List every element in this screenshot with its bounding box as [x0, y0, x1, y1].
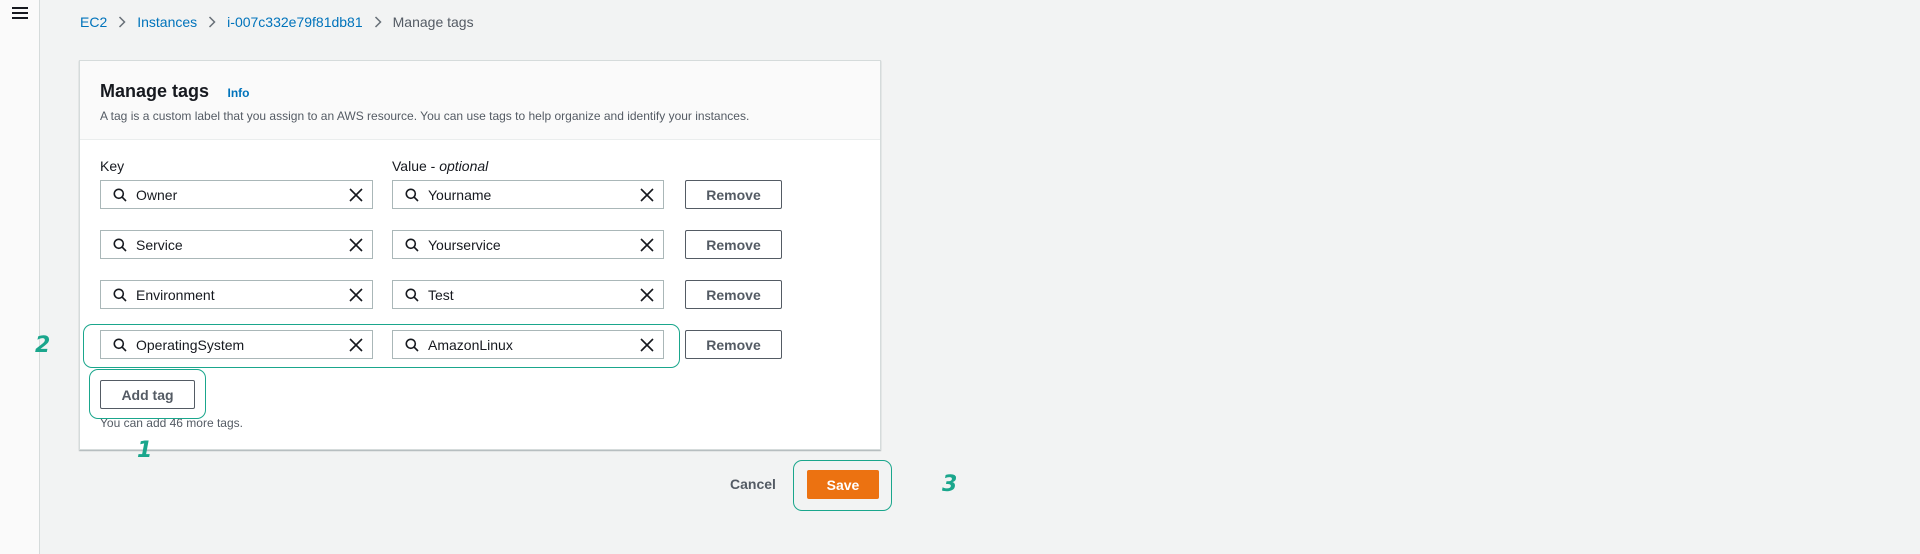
- add-tag-button[interactable]: Add tag: [100, 380, 195, 409]
- tag-value-input[interactable]: Test: [392, 280, 664, 309]
- breadcrumb: EC2 Instances i-007c332e79f81db81 Manage…: [80, 14, 474, 30]
- optional-label: optional: [439, 158, 489, 174]
- cancel-button[interactable]: Cancel: [730, 476, 776, 492]
- tag-value-value: Test: [428, 286, 454, 303]
- search-icon: [113, 338, 127, 352]
- breadcrumb-ec2[interactable]: EC2: [80, 14, 107, 30]
- tag-key-input[interactable]: Owner: [100, 180, 373, 209]
- clear-icon[interactable]: [639, 237, 655, 253]
- search-icon: [113, 288, 127, 302]
- remove-tag-button[interactable]: Remove: [685, 180, 782, 209]
- tag-key-input[interactable]: OperatingSystem: [100, 330, 373, 359]
- chevron-right-icon: [208, 16, 216, 28]
- tag-key-value: Owner: [136, 186, 178, 203]
- manage-tags-panel: Manage tags Info A tag is a custom label…: [79, 60, 881, 450]
- chevron-right-icon: [374, 16, 382, 28]
- tag-value-input[interactable]: Yourservice: [392, 230, 664, 259]
- value-column-label: Value - optional: [392, 158, 488, 174]
- tag-value-value: Yourservice: [428, 236, 501, 253]
- clear-icon[interactable]: [639, 337, 655, 353]
- tag-value-input[interactable]: AmazonLinux: [392, 330, 664, 359]
- value-label-text: Value -: [392, 158, 440, 174]
- search-icon: [405, 288, 419, 302]
- callout-number-3: 3: [942, 472, 958, 497]
- tag-key-input[interactable]: Service: [100, 230, 373, 259]
- callout-number-1: 1: [137, 438, 153, 463]
- search-icon: [405, 338, 419, 352]
- search-icon: [405, 188, 419, 202]
- clear-icon[interactable]: [348, 237, 364, 253]
- info-link[interactable]: Info: [227, 86, 249, 100]
- tags-remaining-hint: You can add 46 more tags.: [100, 416, 243, 430]
- breadcrumb-instances[interactable]: Instances: [137, 14, 197, 30]
- clear-icon[interactable]: [348, 287, 364, 303]
- clear-icon[interactable]: [348, 187, 364, 203]
- tag-key-input[interactable]: Environment: [100, 280, 373, 309]
- menu-icon[interactable]: [12, 7, 28, 21]
- breadcrumb-instance-id[interactable]: i-007c332e79f81db81: [227, 14, 362, 30]
- callout-number-2: 2: [35, 333, 51, 358]
- tag-key-value: OperatingSystem: [136, 336, 245, 353]
- clear-icon[interactable]: [639, 287, 655, 303]
- panel-header: Manage tags Info A tag is a custom label…: [80, 61, 880, 140]
- search-icon: [405, 238, 419, 252]
- chevron-right-icon: [118, 16, 126, 28]
- clear-icon[interactable]: [348, 337, 364, 353]
- key-column-label: Key: [100, 158, 125, 174]
- remove-tag-button[interactable]: Remove: [685, 330, 782, 359]
- side-navigation: [0, 0, 40, 554]
- search-icon: [113, 188, 127, 202]
- tag-value-input[interactable]: Yourname: [392, 180, 664, 209]
- save-button[interactable]: Save: [807, 470, 879, 499]
- tag-key-value: Environment: [136, 286, 215, 303]
- tag-value-value: Yourname: [428, 186, 492, 203]
- remove-tag-button[interactable]: Remove: [685, 280, 782, 309]
- remove-tag-button[interactable]: Remove: [685, 230, 782, 259]
- tag-key-value: Service: [136, 236, 183, 253]
- search-icon: [113, 238, 127, 252]
- page-title: Manage tags: [100, 81, 210, 101]
- tag-value-value: AmazonLinux: [428, 336, 513, 353]
- clear-icon[interactable]: [639, 187, 655, 203]
- breadcrumb-current: Manage tags: [392, 14, 474, 30]
- panel-description: A tag is a custom label that you assign …: [100, 109, 750, 123]
